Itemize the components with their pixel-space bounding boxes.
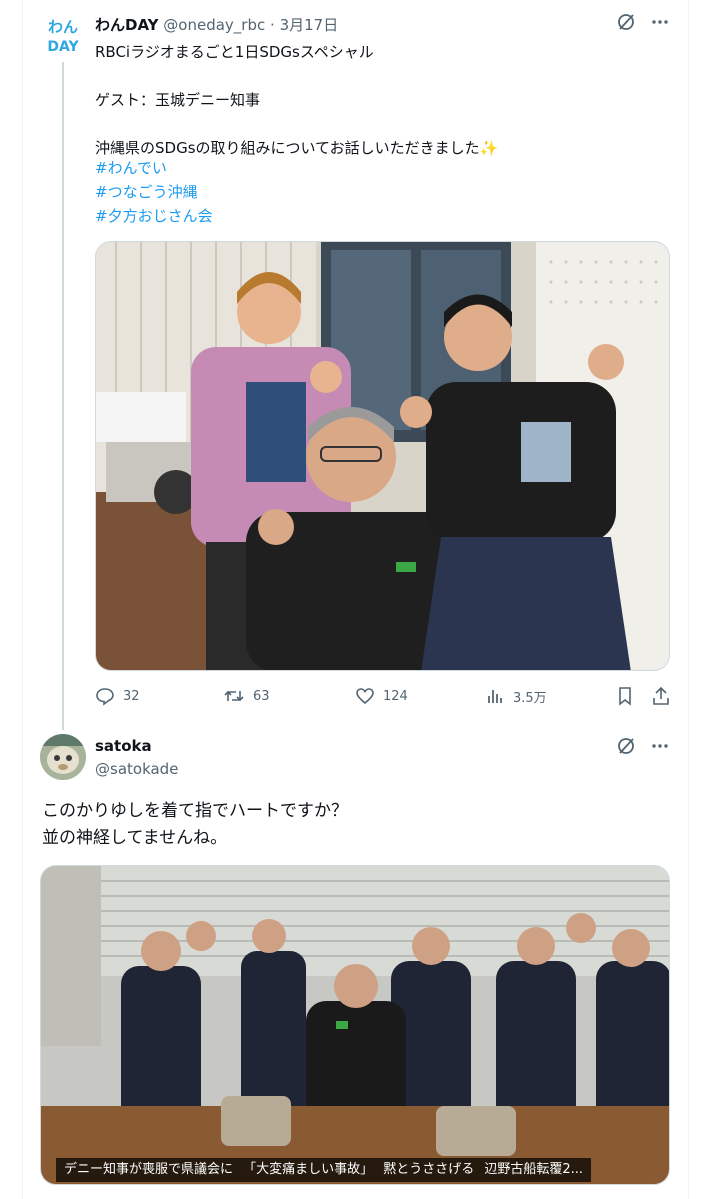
tweet1-handle[interactable]: @oneday_rbc [163,16,265,34]
repost-count: 63 [253,688,270,704]
reply-icon [96,688,114,706]
tweet1-display-name[interactable]: わんDAY [95,16,159,34]
studio-photo [96,242,669,670]
thread-connector-line [62,62,64,730]
tweet1-header: わんDAY @oneday_rbc · 3月17日 [95,14,338,35]
hashtag-link[interactable]: #夕方おじさん会 [95,204,213,228]
more-icon[interactable] [650,736,670,760]
tweet1-separator: · [270,16,275,34]
grok-icon[interactable] [616,736,636,760]
reply-count: 32 [123,688,140,704]
assembly-photo [41,866,669,1184]
svg-text:DAY: DAY [47,39,79,55]
svg-text:わん: わん [48,18,78,36]
tweet1-top-actions [616,12,670,36]
hashtag-link[interactable]: #つなごう沖縄 [95,180,213,204]
tweet1-action-bar: 32 63 124 3.5万 [95,686,670,708]
tweet1-text: RBCiラジオまるごと1日SDGsスペシャル ゲスト：玉城デニー知事 沖縄県のS… [95,43,499,157]
share-icon [653,686,669,705]
tweet1-photo[interactable] [95,241,670,671]
avatar-satoka[interactable] [40,734,86,780]
like-icon [356,688,374,705]
tweet1-hashtags: #わんでい #つなごう沖縄 #夕方おじさん会 [95,156,213,228]
tweet1-date[interactable]: 3月17日 [280,16,339,34]
tweet2-text: このかりゆしを着て指でハートですか？ 並の神経してませんね。 [42,801,348,848]
satoka-avatar-image [40,734,86,780]
views-button[interactable]: 3.5万 [485,686,547,706]
like-button[interactable]: 124 [355,686,408,706]
like-count: 124 [383,688,408,704]
more-icon[interactable] [650,12,670,36]
wanday-logo: わん DAY [40,12,86,58]
view-count: 3.5万 [513,690,547,706]
repost-button[interactable]: 63 [223,686,270,706]
repost-icon [224,690,244,702]
grok-icon[interactable] [616,12,636,36]
image-caption-overlay: デニー知事が喪服で県議会に 「大変痛ましい事故」 黙とうささげる 辺野古船転覆2… [56,1158,592,1182]
views-icon [488,690,502,703]
bookmark-icon [619,687,631,706]
share-button[interactable] [651,686,671,706]
bookmark-button[interactable] [615,686,635,706]
reply-button[interactable]: 32 [95,686,140,706]
tweet2-top-actions [616,736,670,760]
tweet2-handle[interactable]: @satokade [95,760,178,778]
tweet2-display-name[interactable]: satoka [95,737,152,755]
avatar-wanday[interactable]: わん DAY [40,12,86,58]
hashtag-link[interactable]: #わんでい [95,156,213,180]
tweet2-photo[interactable] [40,865,670,1185]
